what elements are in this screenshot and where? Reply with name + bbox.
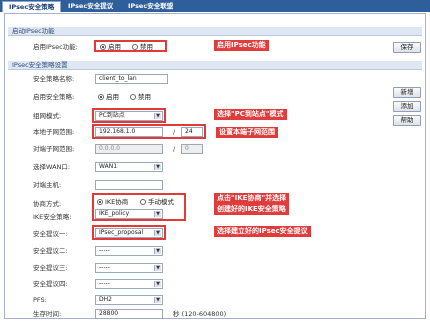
lifetime-input[interactable]: 28800: [95, 309, 163, 319]
save-button[interactable]: 保存: [393, 42, 421, 53]
policy-enable-on-radio[interactable]: 启用: [98, 93, 119, 101]
policy-enable-off-radio[interactable]: 禁用: [130, 93, 151, 101]
enable-section-header: 启动IPsec功能: [8, 27, 422, 36]
enable-ipsec-radio-group: 启用 禁用: [94, 40, 167, 52]
radio-dot-icon: [140, 199, 146, 205]
ike-policy-label: IKE安全策略:: [33, 213, 72, 221]
chevron-down-icon: ▼: [154, 265, 161, 271]
enable-on-label: 启用: [108, 43, 121, 51]
enable-off-label: 禁用: [140, 43, 153, 51]
proposal1-label: 安全提议一:: [33, 230, 68, 238]
enable-ipsec-off-radio[interactable]: 禁用: [132, 43, 153, 51]
pfs-label: PFS:: [33, 296, 47, 304]
policy-enable-on-label: 启用: [106, 93, 119, 101]
remote-subnet-label: 对端子网范围:: [33, 145, 75, 153]
chevron-down-icon: ▼: [154, 297, 161, 303]
wan-select[interactable]: WAN1 ▼: [95, 162, 163, 172]
pfs-value: DH2: [99, 296, 112, 303]
slash-separator: /: [173, 128, 176, 136]
proposal3-select[interactable]: ----- ▼: [95, 263, 163, 273]
radio-dot-icon: [98, 94, 104, 100]
policy-name-label: 安全策略名称:: [33, 75, 75, 83]
annotation-ike-1: 点击"IKE协商"并选择: [214, 193, 290, 204]
proposal2-value: -----: [99, 247, 110, 254]
proposal4-select[interactable]: ----- ▼: [95, 279, 163, 289]
chevron-down-icon: ▼: [154, 248, 161, 254]
radio-dot-icon: [97, 199, 103, 205]
wan-label: 选择WAN口:: [33, 163, 71, 171]
radio-dot-icon: [100, 44, 106, 50]
annotation-local: 设置本端子网范围: [216, 127, 278, 138]
radio-dot-icon: [130, 94, 136, 100]
policy-enable-off-label: 禁用: [138, 93, 151, 101]
local-subnet-ip-input[interactable]: 192.168.1.0: [95, 127, 163, 137]
ike-policy-value: IKE_policy: [99, 210, 130, 217]
pfs-select[interactable]: DH2 ▼: [95, 295, 163, 305]
remote-subnet-mask-input[interactable]: 0: [181, 144, 203, 154]
help-button[interactable]: 帮助: [393, 115, 421, 126]
network-mode-label: 组网模式:: [33, 112, 62, 120]
network-mode-select[interactable]: PC到站点 ▼: [95, 111, 163, 121]
policy-name-input[interactable]: client_to_lan: [95, 74, 168, 84]
proposal3-value: -----: [99, 264, 110, 271]
policy-enable-label: 启用安全策略:: [33, 93, 75, 101]
lifetime-hint: 秒 (120-604800): [173, 310, 227, 318]
proposal1-select[interactable]: IPsec_proposal ▼: [95, 228, 163, 238]
add-button[interactable]: 添加: [393, 101, 421, 112]
negotiation-label: 协商方式:: [33, 200, 62, 208]
peer-host-label: 对端主机:: [33, 181, 62, 189]
ike-negotiation-label: IKE协商: [105, 198, 129, 206]
proposal1-value: IPsec_proposal: [99, 229, 144, 236]
chevron-down-icon: ▼: [154, 164, 161, 170]
radio-dot-icon: [132, 44, 138, 50]
tab-ipsec-policy[interactable]: IPsec安全策略: [2, 1, 62, 12]
enable-ipsec-on-radio[interactable]: 启用: [100, 43, 121, 51]
proposal2-label: 安全提议二:: [33, 247, 68, 255]
annotation-mode: 选择"PC到站点"模式: [214, 109, 287, 120]
peer-host-input[interactable]: [95, 180, 163, 190]
annotation-proposal: 选择建立好的IPsec安全提议: [214, 226, 311, 237]
proposal2-select[interactable]: ----- ▼: [95, 246, 163, 256]
tab-ipsec-sa[interactable]: IPsec安全联盟: [122, 1, 179, 12]
tab-bar: IPsec安全策略 IPsec安全提议 IPsec安全联盟: [0, 0, 430, 12]
local-subnet-label: 本地子网范围:: [33, 128, 75, 136]
policy-section-header: IPsec安全策略设置: [8, 61, 422, 70]
new-button[interactable]: 新增: [393, 87, 421, 98]
tab-ipsec-proposal[interactable]: IPsec安全提议: [62, 1, 119, 12]
network-mode-value: PC到站点: [99, 112, 125, 119]
annotation-ike-2: 创建好的IKE安全策略: [214, 204, 289, 215]
manual-mode-label: 手动模式: [148, 198, 174, 206]
lifetime-label: 生存时间:: [33, 310, 62, 318]
local-subnet-mask-input[interactable]: 24: [181, 127, 203, 137]
proposal4-value: -----: [99, 280, 110, 287]
ike-policy-select[interactable]: IKE_policy ▼: [95, 209, 163, 219]
enable-ipsec-label: 启用IPsec功能:: [33, 43, 78, 51]
wan-value: WAN1: [99, 163, 118, 170]
ike-negotiation-radio[interactable]: IKE协商: [97, 198, 128, 206]
proposal4-label: 安全提议四:: [33, 280, 68, 288]
proposal3-label: 安全提议三:: [33, 264, 68, 272]
remote-subnet-ip-input[interactable]: 0.0.0.0: [95, 144, 163, 154]
chevron-down-icon: ▼: [154, 113, 161, 119]
manual-mode-radio[interactable]: 手动模式: [140, 198, 174, 206]
slash-separator: /: [173, 145, 176, 153]
annotation-enable: 启用IPsec功能: [214, 40, 269, 51]
chevron-down-icon: ▼: [154, 230, 161, 236]
chevron-down-icon: ▼: [154, 281, 161, 287]
chevron-down-icon: ▼: [154, 211, 161, 217]
